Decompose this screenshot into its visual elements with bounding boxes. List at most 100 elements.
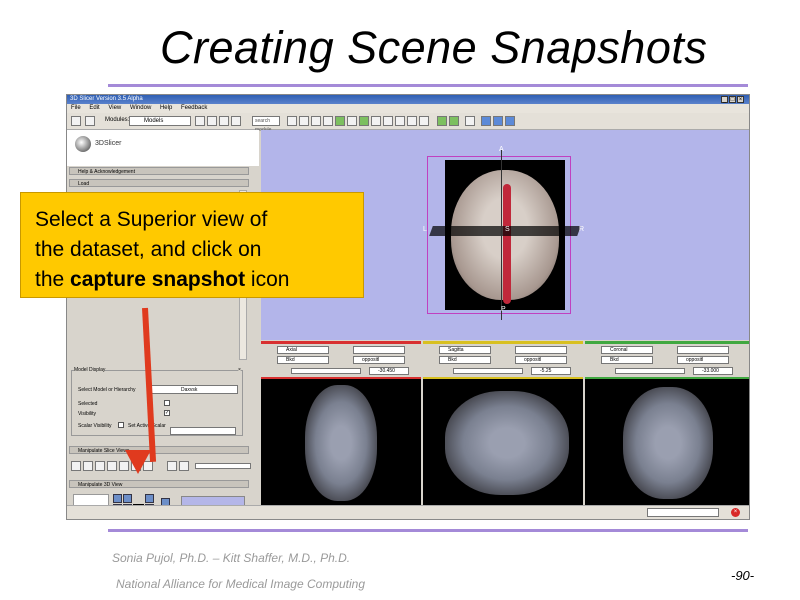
close-button[interactable]: × (737, 96, 744, 103)
axis-label-anterior: A (499, 146, 504, 153)
mouse-mode-place-icon[interactable] (493, 116, 503, 126)
model-display-close-icon[interactable]: × (238, 367, 241, 373)
module-panel: 3DSlicer Help & Acknowledgement Load Mod… (67, 130, 259, 519)
slice-tool-9-icon[interactable] (179, 461, 189, 471)
module-home-icon[interactable] (231, 116, 241, 126)
callout-line-1: Select a Superior view of (35, 208, 268, 231)
minimize-button[interactable]: _ (721, 96, 728, 103)
sagittal-fit-select[interactable]: oppositl (515, 356, 567, 364)
selected-label: Selected (78, 401, 98, 407)
sagittal-image (445, 391, 569, 495)
selected-checkbox[interactable] (164, 400, 170, 406)
view-axis-2-icon[interactable] (123, 494, 132, 503)
axial-slice-controls: Axial Bkd oppositl -30.450 (261, 341, 421, 377)
mouse-mode-transform-icon[interactable] (505, 116, 515, 126)
axial-offset-slider[interactable] (291, 368, 361, 374)
section-load[interactable]: Load (69, 179, 249, 187)
coronal-offset-field[interactable]: -33.000 (693, 367, 733, 375)
layout-fourup-icon[interactable] (311, 116, 321, 126)
grid-icon[interactable] (407, 116, 417, 126)
window-titlebar: 3D Slicer Version 3.5 Alpha _ □ × (67, 95, 749, 104)
select-model-label: Select Model or Hierarchy (78, 387, 136, 393)
axis-label-superior: S (505, 226, 510, 233)
coronal-fg-select[interactable] (677, 346, 729, 354)
undo-icon[interactable] (437, 116, 447, 126)
active-scalar-select[interactable] (170, 427, 236, 435)
sagittal-slice-view[interactable] (423, 377, 583, 507)
slice-toggle-icon[interactable] (419, 116, 429, 126)
sagittal-fg-select[interactable] (515, 346, 567, 354)
visibility-checkbox[interactable]: ✓ (164, 410, 170, 416)
axial-fg-select[interactable] (353, 346, 405, 354)
menu-view[interactable]: View (108, 105, 121, 111)
page-number: -90- (731, 568, 755, 583)
coronal-orientation-select[interactable]: Coronal (601, 346, 653, 354)
slice-tool-8-icon[interactable] (167, 461, 177, 471)
sagittal-color-bar (423, 341, 583, 344)
slice-tool-2-icon[interactable] (83, 461, 93, 471)
layout-3d-icon[interactable] (299, 116, 309, 126)
module-list-icon[interactable] (219, 116, 229, 126)
modules-select[interactable]: Models (129, 116, 191, 126)
slice-tool-4-icon[interactable] (107, 461, 117, 471)
mouse-mode-pick-icon[interactable] (481, 116, 491, 126)
pointer-icon[interactable] (383, 116, 393, 126)
coronal-offset-slider[interactable] (615, 368, 685, 374)
layout-lightbox-icon[interactable] (371, 116, 381, 126)
callout-suffix: icon (245, 268, 290, 291)
slicer-logo-icon (75, 136, 91, 152)
axial-slice-view[interactable] (261, 377, 421, 507)
axial-offset-field[interactable]: -30.450 (369, 367, 409, 375)
main-toolbar: Modules: Models search module (67, 113, 749, 133)
sagittal-layer-select[interactable]: Bkd (439, 356, 491, 364)
error-icon[interactable]: × (731, 508, 740, 517)
model-select[interactable]: Daxvsk (148, 385, 238, 394)
section-help[interactable]: Help & Acknowledgement (69, 167, 249, 175)
scene-snapshot-icon[interactable] (465, 116, 475, 126)
module-search-input[interactable]: search module (252, 116, 280, 133)
fiducial-icon[interactable] (395, 116, 405, 126)
menu-feedback[interactable]: Feedback (181, 105, 207, 111)
sagittal-offset-slider[interactable] (453, 368, 523, 374)
scalar-visibility-checkbox[interactable] (118, 422, 124, 428)
section-3d-view[interactable]: Manipulate 3D View (69, 480, 249, 488)
view-axis-1-icon[interactable] (113, 494, 122, 503)
coronal-fit-select[interactable]: oppositl (677, 356, 729, 364)
status-field (647, 508, 719, 517)
model-display-title: Model Display (74, 367, 106, 373)
logo-text: 3DSlicer (95, 140, 122, 147)
section-slice-views[interactable]: Manipulate Slice Views (69, 446, 249, 454)
slice-opacity-slider[interactable] (195, 463, 251, 469)
maximize-button[interactable]: □ (729, 96, 736, 103)
layout-tabbed-icon[interactable] (347, 116, 357, 126)
sagittal-offset-field[interactable]: -5.25 (531, 367, 571, 375)
axis-label-right: R (579, 226, 585, 233)
menu-help[interactable]: Help (160, 105, 172, 111)
sagittal-orientation-select[interactable]: Sagitta (439, 346, 491, 354)
module-back-icon[interactable] (195, 116, 205, 126)
slice-tool-1-icon[interactable] (71, 461, 81, 471)
slice-tool-3-icon[interactable] (95, 461, 105, 471)
menu-file[interactable]: File (71, 105, 81, 111)
sagittal-axis-line (501, 150, 502, 320)
layout-conventional-icon[interactable] (323, 116, 333, 126)
footer-authors: Sonia Pujol, Ph.D. – Kitt Shaffer, M.D.,… (112, 551, 351, 565)
layout-red-icon[interactable] (335, 116, 345, 126)
redo-icon[interactable] (449, 116, 459, 126)
logo-area: 3DSlicer (67, 130, 259, 166)
menu-edit[interactable]: Edit (89, 105, 99, 111)
footer-organization: National Alliance for Medical Image Comp… (116, 577, 366, 591)
axial-layer-select[interactable]: Bkd (277, 356, 329, 364)
layout-compare-icon[interactable] (359, 116, 369, 126)
layout-icon[interactable] (287, 116, 297, 126)
menu-window[interactable]: Window (130, 105, 151, 111)
load-scene-icon[interactable] (71, 116, 81, 126)
axial-fit-select[interactable]: oppositl (353, 356, 405, 364)
module-forward-icon[interactable] (207, 116, 217, 126)
coronal-slice-view[interactable] (585, 377, 749, 507)
window-title: 3D Slicer Version 3.5 Alpha (70, 96, 143, 102)
axial-orientation-select[interactable]: Axial (277, 346, 329, 354)
zoom-in-icon[interactable] (145, 494, 154, 503)
save-scene-icon[interactable] (85, 116, 95, 126)
coronal-layer-select[interactable]: Bkd (601, 356, 653, 364)
